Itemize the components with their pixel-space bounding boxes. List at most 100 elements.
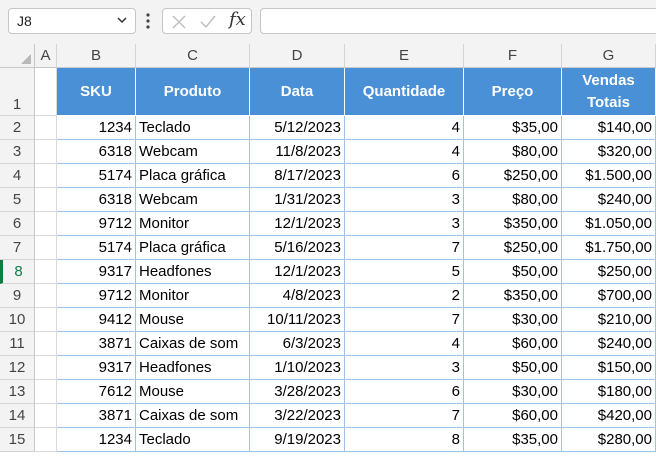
table-cell[interactable]: $420,00 <box>562 404 656 428</box>
table-cell[interactable]: 12/1/2023 <box>250 260 345 284</box>
table-cell[interactable]: 3 <box>345 212 464 236</box>
table-cell[interactable]: 1234 <box>57 116 136 140</box>
table-cell[interactable]: 1234 <box>57 428 136 452</box>
table-cell[interactable]: $240,00 <box>562 332 656 356</box>
table-cell[interactable]: 4/8/2023 <box>250 284 345 308</box>
table-cell[interactable]: $30,00 <box>464 308 562 332</box>
table-cell[interactable]: 9712 <box>57 284 136 308</box>
cell-a5[interactable] <box>35 188 57 212</box>
row-header-8[interactable]: 8 <box>0 260 35 284</box>
column-header-f[interactable]: F <box>464 44 562 68</box>
row-header-6[interactable]: 6 <box>0 212 35 236</box>
table-cell[interactable]: $1.500,00 <box>562 164 656 188</box>
table-cell[interactable]: 3 <box>345 188 464 212</box>
table-cell[interactable]: 5174 <box>57 236 136 260</box>
table-header-cell[interactable]: Produto <box>136 68 250 116</box>
table-cell[interactable]: $320,00 <box>562 140 656 164</box>
table-header-cell[interactable]: Preço <box>464 68 562 116</box>
select-all-corner[interactable] <box>0 44 35 68</box>
table-cell[interactable]: 6/3/2023 <box>250 332 345 356</box>
column-header-c[interactable]: C <box>136 44 250 68</box>
cell-a1[interactable] <box>35 68 57 116</box>
cell-a7[interactable] <box>35 236 57 260</box>
table-cell[interactable]: Webcam <box>136 140 250 164</box>
table-cell[interactable]: $700,00 <box>562 284 656 308</box>
table-header-cell[interactable]: SKU <box>57 68 136 116</box>
cell-a8[interactable] <box>35 260 57 284</box>
cell-a2[interactable] <box>35 116 57 140</box>
row-header-4[interactable]: 4 <box>0 164 35 188</box>
chevron-down-icon[interactable] <box>115 13 129 27</box>
table-cell[interactable]: 7 <box>345 236 464 260</box>
table-cell[interactable]: 7612 <box>57 380 136 404</box>
table-cell[interactable]: $1.750,00 <box>562 236 656 260</box>
table-cell[interactable]: $280,00 <box>562 428 656 452</box>
column-header-b[interactable]: B <box>57 44 136 68</box>
table-cell[interactable]: $250,00 <box>562 260 656 284</box>
table-cell[interactable]: $80,00 <box>464 188 562 212</box>
table-cell[interactable]: $30,00 <box>464 380 562 404</box>
table-cell[interactable]: Placa gráfica <box>136 164 250 188</box>
table-cell[interactable]: 9317 <box>57 260 136 284</box>
table-cell[interactable]: $140,00 <box>562 116 656 140</box>
table-cell[interactable]: 1/10/2023 <box>250 356 345 380</box>
cancel-icon[interactable] <box>171 14 187 30</box>
table-cell[interactable]: Monitor <box>136 212 250 236</box>
table-cell[interactable]: 9412 <box>57 308 136 332</box>
row-header-1[interactable]: 1 <box>0 68 35 116</box>
row-header-9[interactable]: 9 <box>0 284 35 308</box>
table-cell[interactable]: $35,00 <box>464 428 562 452</box>
cell-a12[interactable] <box>35 356 57 380</box>
table-header-cell[interactable]: Vendas Totais <box>562 68 656 116</box>
table-cell[interactable]: 5/16/2023 <box>250 236 345 260</box>
row-header-7[interactable]: 7 <box>0 236 35 260</box>
table-cell[interactable]: 10/11/2023 <box>250 308 345 332</box>
table-cell[interactable]: $35,00 <box>464 116 562 140</box>
table-cell[interactable]: 12/1/2023 <box>250 212 345 236</box>
table-cell[interactable]: 2 <box>345 284 464 308</box>
table-cell[interactable]: 4 <box>345 332 464 356</box>
row-header-2[interactable]: 2 <box>0 116 35 140</box>
row-header-10[interactable]: 10 <box>0 308 35 332</box>
table-cell[interactable]: 6318 <box>57 188 136 212</box>
cell-a13[interactable] <box>35 380 57 404</box>
table-cell[interactable]: 9712 <box>57 212 136 236</box>
table-cell[interactable]: $80,00 <box>464 140 562 164</box>
table-cell[interactable]: 3/22/2023 <box>250 404 345 428</box>
formula-input[interactable] <box>260 8 656 34</box>
table-cell[interactable]: $350,00 <box>464 284 562 308</box>
table-cell[interactable]: Headfones <box>136 260 250 284</box>
table-cell[interactable]: 3 <box>345 356 464 380</box>
table-cell[interactable]: 5 <box>345 260 464 284</box>
table-cell[interactable]: $50,00 <box>464 260 562 284</box>
table-cell[interactable]: Mouse <box>136 380 250 404</box>
table-cell[interactable]: Monitor <box>136 284 250 308</box>
table-cell[interactable]: 6 <box>345 380 464 404</box>
table-cell[interactable]: Webcam <box>136 188 250 212</box>
table-cell[interactable]: $60,00 <box>464 404 562 428</box>
table-cell[interactable]: Caixas de som <box>136 332 250 356</box>
column-header-a[interactable]: A <box>35 44 57 68</box>
table-cell[interactable]: 3871 <box>57 404 136 428</box>
table-cell[interactable]: $240,00 <box>562 188 656 212</box>
table-cell[interactable]: $1.050,00 <box>562 212 656 236</box>
column-header-g[interactable]: G <box>562 44 656 68</box>
table-cell[interactable]: 7 <box>345 308 464 332</box>
table-header-cell[interactable]: Quantidade <box>345 68 464 116</box>
table-cell[interactable]: Headfones <box>136 356 250 380</box>
table-cell[interactable]: $150,00 <box>562 356 656 380</box>
column-header-e[interactable]: E <box>345 44 464 68</box>
table-cell[interactable]: Teclado <box>136 428 250 452</box>
cell-a9[interactable] <box>35 284 57 308</box>
row-header-3[interactable]: 3 <box>0 140 35 164</box>
table-cell[interactable]: $180,00 <box>562 380 656 404</box>
row-header-5[interactable]: 5 <box>0 188 35 212</box>
cell-a14[interactable] <box>35 404 57 428</box>
row-header-14[interactable]: 14 <box>0 404 35 428</box>
table-cell[interactable]: 9/19/2023 <box>250 428 345 452</box>
table-cell[interactable]: 9317 <box>57 356 136 380</box>
table-cell[interactable]: 8/17/2023 <box>250 164 345 188</box>
cell-a4[interactable] <box>35 164 57 188</box>
table-cell[interactable]: $210,00 <box>562 308 656 332</box>
table-cell[interactable]: $50,00 <box>464 356 562 380</box>
